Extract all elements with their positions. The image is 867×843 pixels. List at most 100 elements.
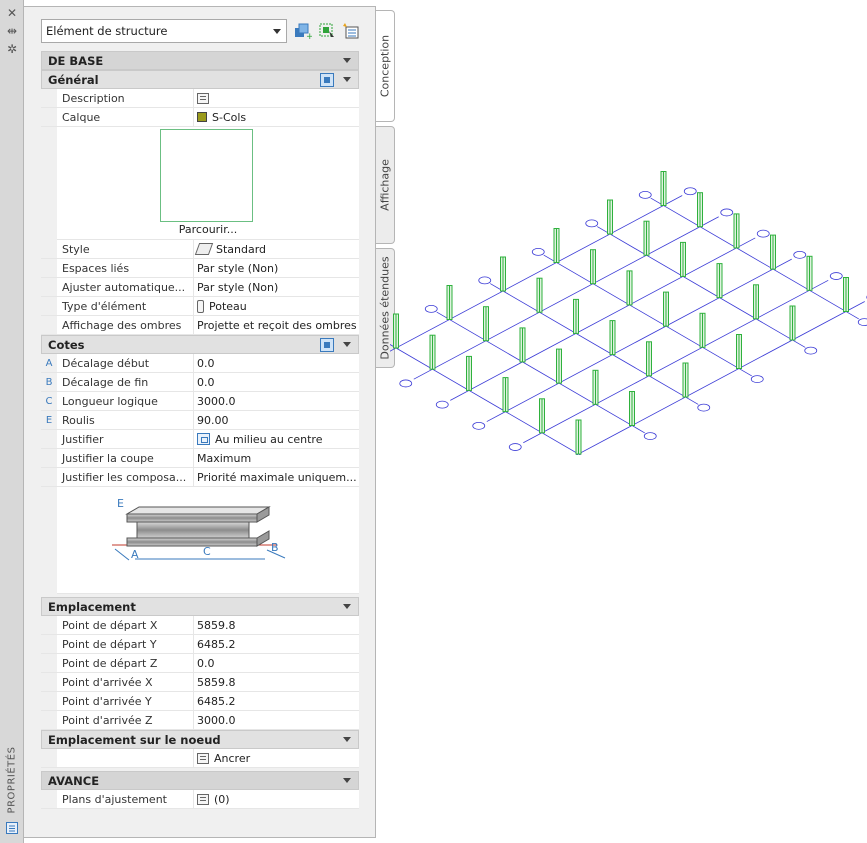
tab-design[interactable]: Conception xyxy=(376,10,395,122)
diagram-label-c: C xyxy=(203,545,211,558)
property-value: Maximum xyxy=(197,451,252,465)
property-label: Justifier les composa... xyxy=(57,468,194,486)
justify-icon xyxy=(197,433,210,445)
property-value: 90.00 xyxy=(197,413,229,427)
property-value: Par style (Non) xyxy=(197,280,279,294)
property-label: Justifier la coupe xyxy=(57,449,194,467)
quick-properties-icon[interactable] xyxy=(4,822,20,836)
category-basic[interactable]: DE BASE xyxy=(41,51,359,70)
property-row-trim-planes[interactable]: Plans d'ajustement (0) xyxy=(41,790,359,809)
property-row-member-type[interactable]: Type d'élément Poteau xyxy=(41,297,359,316)
column xyxy=(716,263,723,299)
property-row-end-x[interactable]: Point d'arrivée X 5859.8 xyxy=(41,673,359,692)
beam-diagram: E A C B xyxy=(112,497,286,561)
property-row-roll[interactable]: E Roulis 90.00 xyxy=(41,411,359,430)
property-row-start-y[interactable]: Point de départ Y 6485.2 xyxy=(41,635,359,654)
list-icon[interactable] xyxy=(197,92,209,104)
column xyxy=(590,249,596,285)
list-icon[interactable] xyxy=(197,793,209,805)
column xyxy=(519,327,526,363)
select-objects-icon[interactable] xyxy=(342,22,360,40)
quick-select-icon[interactable] xyxy=(318,22,336,40)
column xyxy=(697,192,703,228)
close-icon[interactable]: ✕ xyxy=(4,6,20,20)
category-node-location-title: Emplacement sur le noeud xyxy=(48,732,221,747)
add-selection-icon[interactable]: + xyxy=(294,22,314,42)
property-grid: DE BASE Général Description Calque S-Col… xyxy=(41,51,359,809)
column xyxy=(609,320,616,356)
property-label: Point de départ X xyxy=(57,616,194,634)
column xyxy=(660,171,667,206)
category-node-location[interactable]: Emplacement sur le noeud xyxy=(41,730,359,749)
property-row-shadow-display[interactable]: Affichage des ombres Projette et reçoit … xyxy=(41,316,359,335)
property-label: Longueur logique xyxy=(57,392,194,410)
property-label: Affichage des ombres xyxy=(57,316,194,334)
grid-bubble xyxy=(756,229,770,238)
grid-bubble xyxy=(424,304,438,313)
property-row-justify-cut[interactable]: Justifier la coupe Maximum xyxy=(41,449,359,468)
grid-line xyxy=(413,216,719,380)
property-label xyxy=(57,749,194,767)
grid-bubble xyxy=(472,421,486,430)
list-icon[interactable] xyxy=(197,752,209,764)
object-type-dropdown[interactable]: Elément de structure xyxy=(41,19,287,43)
quick-properties-icon[interactable] xyxy=(320,73,334,87)
property-value: Projette et reçoit des ombres xyxy=(197,318,357,332)
property-row-linked-spaces[interactable]: Espaces liés Par style (Non) xyxy=(41,259,359,278)
grid-bubble xyxy=(585,219,599,228)
grid-bubble xyxy=(508,443,522,451)
column xyxy=(592,369,599,405)
property-row-justify[interactable]: Justifier Au milieu au centre xyxy=(41,430,359,449)
property-label: Roulis xyxy=(57,411,194,429)
property-row-end-z[interactable]: Point d'arrivée Z 3000.0 xyxy=(41,711,359,730)
property-row-end-y[interactable]: Point d'arrivée Y 6485.2 xyxy=(41,692,359,711)
property-value: (0) xyxy=(214,792,230,806)
property-row-start-offset[interactable]: A Décalage début 0.0 xyxy=(41,354,359,373)
category-general[interactable]: Général xyxy=(41,70,359,89)
column xyxy=(770,234,776,270)
browse-link[interactable]: Parcourir... xyxy=(57,223,359,237)
style-preview: Parcourir... xyxy=(57,127,359,240)
column xyxy=(446,285,453,320)
dimension-key: A xyxy=(41,354,57,372)
property-label: Ajuster automatique... xyxy=(57,278,194,296)
diagram-label-a: A xyxy=(131,548,139,561)
auto-hide-icon[interactable]: ⇹ xyxy=(4,24,20,38)
property-value: Au milieu au centre xyxy=(215,432,323,446)
property-value: 0.0 xyxy=(197,656,215,670)
category-advanced-title: AVANCE xyxy=(48,773,100,788)
column xyxy=(483,306,489,342)
category-dimensions[interactable]: Cotes xyxy=(41,335,359,354)
column xyxy=(626,270,633,306)
property-label: Espaces liés xyxy=(57,259,194,277)
property-row-justify-components[interactable]: Justifier les composa... Priorité maxima… xyxy=(41,468,359,487)
property-row-description[interactable]: Description xyxy=(41,89,359,108)
settings-icon[interactable]: ✲ xyxy=(4,42,20,56)
category-location[interactable]: Emplacement xyxy=(41,597,359,616)
column xyxy=(500,256,506,292)
quick-properties-icon[interactable] xyxy=(320,338,334,352)
property-row-auto-trim[interactable]: Ajuster automatique... Par style (Non) xyxy=(41,278,359,297)
category-advanced[interactable]: AVANCE xyxy=(41,771,359,790)
grid-bubble xyxy=(643,432,657,441)
property-row-logical-length[interactable]: C Longueur logique 3000.0 xyxy=(41,392,359,411)
column xyxy=(699,312,706,348)
property-label: Style xyxy=(57,240,194,258)
property-row-layer[interactable]: Calque S-Cols xyxy=(41,108,359,127)
property-row-start-z[interactable]: Point de départ Z 0.0 xyxy=(41,654,359,673)
column xyxy=(629,391,635,426)
grid-bubble xyxy=(720,208,734,217)
collapse-icon xyxy=(343,77,351,82)
property-row-style[interactable]: Style Standard xyxy=(41,240,359,259)
property-row-end-offset[interactable]: B Décalage de fin 0.0 xyxy=(41,373,359,392)
property-value: 3000.0 xyxy=(197,713,236,727)
category-location-title: Emplacement xyxy=(48,599,136,614)
column xyxy=(393,313,399,349)
column xyxy=(539,398,545,434)
grid-line xyxy=(390,195,683,352)
property-label: Décalage début xyxy=(57,354,194,372)
dimension-diagram: E A C B xyxy=(57,487,359,594)
style-icon xyxy=(194,243,214,255)
property-row-anchor[interactable]: Ancrer xyxy=(41,749,359,768)
property-row-start-x[interactable]: Point de départ X 5859.8 xyxy=(41,616,359,635)
